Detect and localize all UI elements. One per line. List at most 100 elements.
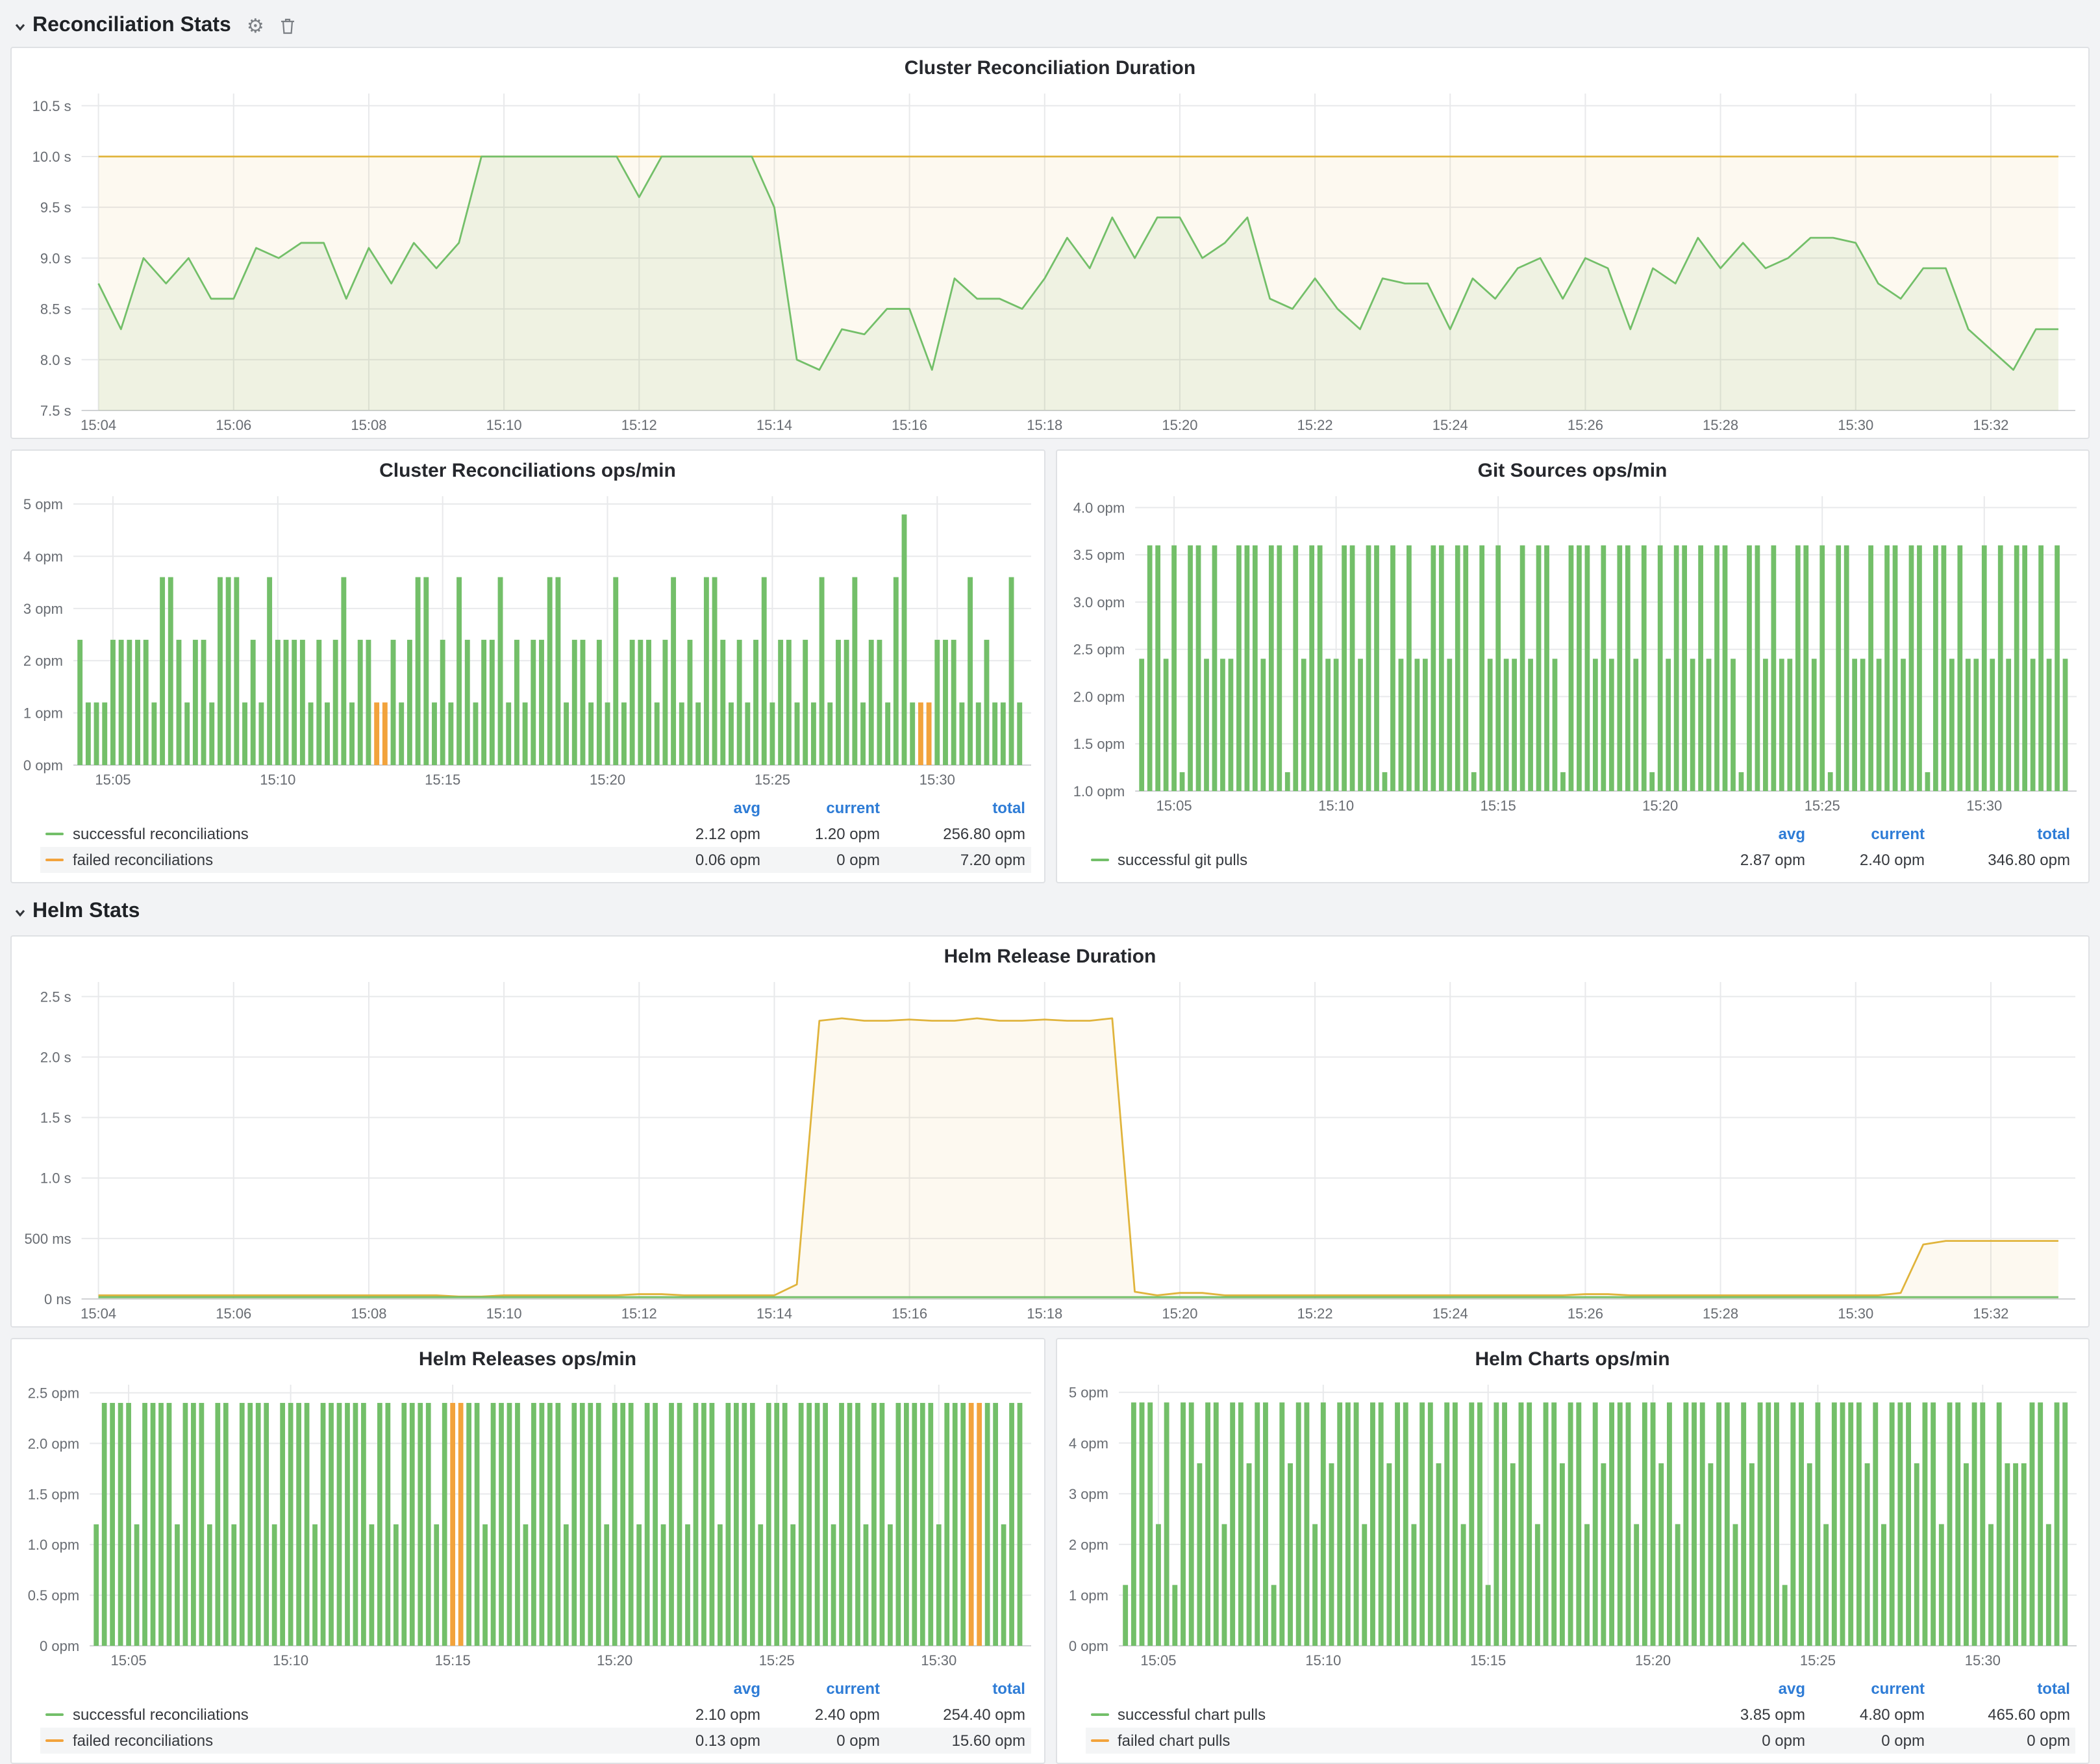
section-helm-stats[interactable]: Helm Stats bbox=[13, 896, 2090, 927]
legend-column-header[interactable]: current bbox=[1805, 825, 1925, 843]
series-color-swatch bbox=[1090, 1713, 1108, 1716]
legend-series-label[interactable]: successful reconciliations bbox=[45, 1706, 646, 1724]
svg-text:2.0 opm: 2.0 opm bbox=[28, 1435, 80, 1452]
svg-text:15:25: 15:25 bbox=[1799, 1652, 1835, 1669]
svg-text:2 opm: 2 opm bbox=[23, 653, 63, 669]
legend-row: successful reconciliations2.12 opm1.20 o… bbox=[40, 821, 1031, 847]
svg-text:15:16: 15:16 bbox=[892, 417, 927, 433]
legend-value: 1.20 opm bbox=[760, 825, 880, 843]
panel-title[interactable]: Cluster Reconciliation Duration bbox=[12, 48, 2088, 82]
svg-text:2.5 opm: 2.5 opm bbox=[28, 1385, 80, 1401]
legend: avgcurrenttotalsuccessful git pulls2.87 … bbox=[1056, 818, 2088, 882]
section-reconciliation-stats[interactable]: Reconciliation Stats ⚙ bbox=[13, 10, 2090, 42]
chevron-down-icon bbox=[13, 19, 27, 33]
legend: avgcurrenttotal successful reconciliation… bbox=[12, 1673, 1044, 1763]
panel-title[interactable]: Git Sources ops/min bbox=[1056, 451, 2088, 485]
series-color-swatch bbox=[45, 1739, 64, 1742]
legend-value: 0 opm bbox=[1805, 1732, 1925, 1750]
svg-text:15:25: 15:25 bbox=[759, 1652, 795, 1669]
svg-text:15:18: 15:18 bbox=[1027, 417, 1062, 433]
legend-series-label[interactable]: successful reconciliations bbox=[45, 825, 646, 843]
legend-column-header[interactable]: total bbox=[880, 1680, 1025, 1698]
svg-text:15:25: 15:25 bbox=[1804, 798, 1840, 814]
svg-text:15:10: 15:10 bbox=[486, 417, 522, 433]
trash-icon[interactable] bbox=[280, 17, 297, 35]
panel-title[interactable]: Helm Release Duration bbox=[12, 937, 2088, 970]
panel-title[interactable]: Helm Releases ops/min bbox=[12, 1339, 1044, 1373]
legend-value: 0 opm bbox=[760, 851, 880, 869]
legend-column-header[interactable]: avg bbox=[1691, 1680, 1805, 1698]
svg-text:15:30: 15:30 bbox=[1838, 417, 1873, 433]
legend-value: 254.40 opm bbox=[880, 1706, 1025, 1724]
panel-title[interactable]: Cluster Reconciliations ops/min bbox=[12, 451, 1044, 485]
legend-value: 256.80 opm bbox=[880, 825, 1025, 843]
legend-column-header[interactable]: avg bbox=[1691, 825, 1805, 843]
legend: avgcurrenttotalsuccessful reconciliation… bbox=[12, 792, 1044, 882]
panel-helm-releases-opm: Helm Releases ops/min 15:0515:1015:1515:… bbox=[10, 1338, 1045, 1764]
svg-text:15:30: 15:30 bbox=[1838, 1305, 1873, 1322]
svg-text:2.0 s: 2.0 s bbox=[40, 1049, 71, 1065]
svg-text:10.0 s: 10.0 s bbox=[32, 149, 71, 165]
legend-series-label[interactable]: successful chart pulls bbox=[1090, 1706, 1691, 1724]
legend-header: avgcurrenttotal bbox=[1085, 821, 2075, 847]
svg-text:4 opm: 4 opm bbox=[1068, 1435, 1108, 1452]
svg-text:15:05: 15:05 bbox=[1140, 1652, 1175, 1669]
legend-row: successful chart pulls3.85 opm4.80 opm46… bbox=[1085, 1702, 2075, 1728]
svg-text:15:20: 15:20 bbox=[590, 772, 625, 788]
legend-row: successful reconciliations2.10 opm2.40 o… bbox=[40, 1702, 1031, 1728]
helm-charts-opm-svg: 15:0515:1015:1515:2015:2515:300 opm1 opm… bbox=[1056, 1373, 2089, 1673]
svg-text:7.5 s: 7.5 s bbox=[40, 403, 71, 419]
legend-value: 2.10 opm bbox=[646, 1706, 760, 1724]
helm-release-duration-chart: 15:0415:0615:0815:1015:1215:1415:1615:18… bbox=[12, 970, 2088, 1326]
svg-text:15:20: 15:20 bbox=[1162, 1305, 1197, 1322]
svg-text:15:10: 15:10 bbox=[1305, 1652, 1340, 1669]
legend-series-label[interactable]: successful git pulls bbox=[1090, 851, 1691, 869]
helm-releases-opm-svg: 15:0515:1015:1515:2015:2515:300 opm0.5 o… bbox=[12, 1373, 1044, 1673]
legend-row: failed reconciliations0.06 opm0 opm7.20 … bbox=[40, 847, 1031, 873]
helm-release-duration-svg: 15:0415:0615:0815:1015:1215:1415:1615:18… bbox=[12, 970, 2088, 1326]
legend-series-label[interactable]: failed reconciliations bbox=[45, 851, 646, 869]
legend-column-header[interactable]: current bbox=[1805, 1680, 1925, 1698]
svg-text:4 opm: 4 opm bbox=[23, 548, 63, 564]
panel-git-sources-opm: Git Sources ops/min 15:0515:1015:1515:20… bbox=[1055, 449, 2090, 883]
panel-cluster-reconciliations-opm: Cluster Reconciliations ops/min 15:0515:… bbox=[10, 449, 1045, 883]
legend: avgcurrenttotal successful chart pulls3.8… bbox=[1056, 1673, 2088, 1763]
svg-text:1.5 s: 1.5 s bbox=[40, 1110, 71, 1126]
legend-column-header[interactable]: current bbox=[760, 799, 880, 817]
svg-text:3.5 opm: 3.5 opm bbox=[1073, 547, 1125, 563]
svg-text:15:10: 15:10 bbox=[260, 772, 295, 788]
legend-column-header[interactable]: avg bbox=[646, 1680, 760, 1698]
svg-text:0.5 opm: 0.5 opm bbox=[28, 1587, 80, 1604]
legend-value: 465.60 opm bbox=[1925, 1706, 2070, 1724]
helm-releases-opm-chart: 15:0515:1015:1515:2015:2515:300 opm0.5 o… bbox=[12, 1373, 1044, 1673]
legend-column-header[interactable]: avg bbox=[646, 799, 760, 817]
svg-text:3 opm: 3 opm bbox=[23, 601, 63, 617]
svg-text:15:28: 15:28 bbox=[1703, 417, 1738, 433]
svg-text:9.0 s: 9.0 s bbox=[40, 250, 71, 266]
svg-text:15:32: 15:32 bbox=[1973, 1305, 2008, 1322]
svg-text:4.0 opm: 4.0 opm bbox=[1073, 499, 1125, 516]
legend-value: 0.06 opm bbox=[646, 851, 760, 869]
svg-text:15:10: 15:10 bbox=[1318, 798, 1353, 814]
legend-row: failed reconciliations0.13 opm0 opm15.60… bbox=[40, 1728, 1031, 1754]
svg-text:15:05: 15:05 bbox=[1156, 798, 1192, 814]
svg-text:1.5 opm: 1.5 opm bbox=[1073, 736, 1125, 752]
legend-column-header[interactable]: total bbox=[1925, 825, 2070, 843]
legend-column-header[interactable]: current bbox=[760, 1680, 880, 1698]
legend-header: avgcurrenttotal bbox=[40, 795, 1031, 821]
series-color-swatch bbox=[45, 859, 64, 861]
legend-series-label[interactable]: failed reconciliations bbox=[45, 1732, 646, 1750]
legend-value: 0 opm bbox=[1925, 1732, 2070, 1750]
legend-series-label[interactable]: failed chart pulls bbox=[1090, 1732, 1691, 1750]
legend-value: 2.12 opm bbox=[646, 825, 760, 843]
svg-text:2.5 s: 2.5 s bbox=[40, 989, 71, 1005]
legend-column-header[interactable]: total bbox=[1925, 1680, 2070, 1698]
panel-title[interactable]: Helm Charts ops/min bbox=[1056, 1339, 2088, 1373]
gear-icon[interactable]: ⚙ bbox=[247, 16, 264, 36]
svg-text:15:06: 15:06 bbox=[216, 1305, 251, 1322]
legend-row: failed chart pulls0 opm0 opm0 opm bbox=[1085, 1728, 2075, 1754]
svg-text:15:30: 15:30 bbox=[919, 772, 955, 788]
cluster-reconciliation-duration-svg: 15:0415:0615:0815:1015:1215:1415:1615:18… bbox=[12, 82, 2088, 438]
legend-column-header[interactable]: total bbox=[880, 799, 1025, 817]
svg-text:15:08: 15:08 bbox=[351, 1305, 386, 1322]
